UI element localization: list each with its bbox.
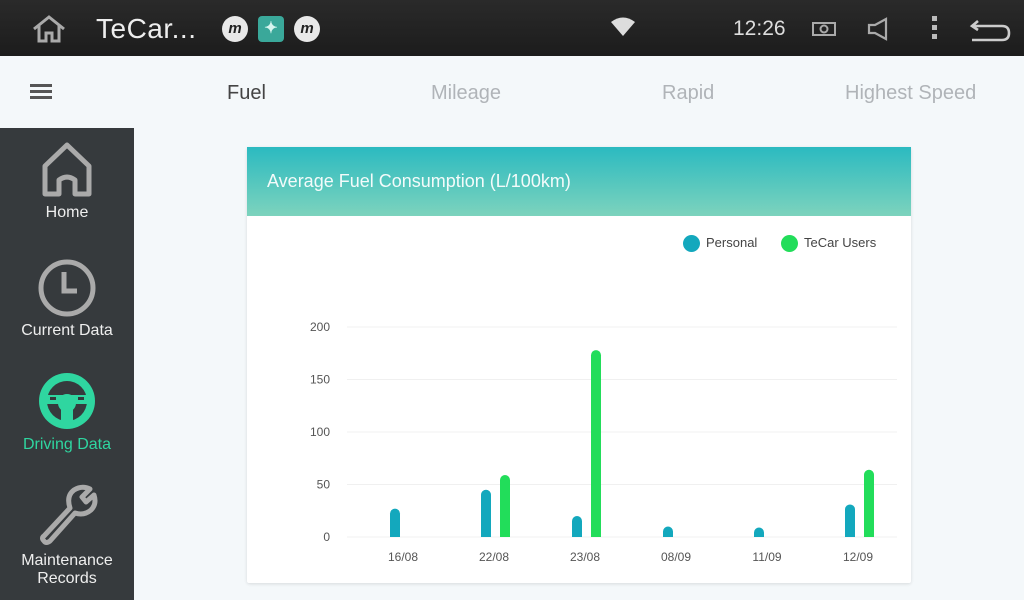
home-icon (42, 142, 92, 197)
sidebar-item-maintenance-records[interactable]: Maintenance Records (0, 482, 134, 588)
x-tick-label: 23/08 (570, 550, 600, 564)
volume-icon[interactable] (866, 17, 892, 41)
bar-personal (663, 526, 673, 537)
x-tick-label: 11/09 (752, 550, 781, 564)
clock-icon (38, 259, 96, 317)
sidebar-item-label: Driving Data (22, 436, 112, 453)
sidebar-item-label: Records (37, 570, 97, 587)
y-tick-label: 0 (323, 530, 330, 544)
sidebar-item-label: Current Data (21, 322, 113, 339)
sidebar-item-label: Maintenance (21, 552, 113, 569)
x-tick-label: 08/09 (661, 550, 691, 564)
home-icon[interactable] (30, 14, 68, 44)
bar-personal (390, 508, 400, 537)
sidebar: Home Current Data Driving Data Maintenan… (0, 128, 134, 600)
wifi-icon (611, 17, 635, 36)
app-title: TeCar... (96, 13, 197, 44)
bar-tecar-users (500, 475, 510, 537)
clock: 12:26 (733, 17, 786, 40)
tab-fuel[interactable]: Fuel (227, 82, 266, 105)
bar-tecar-users (591, 350, 601, 537)
sidebar-item-home[interactable]: Home (0, 140, 134, 222)
more-icon[interactable] (928, 15, 942, 41)
y-tick-label: 50 (317, 478, 331, 492)
bar-personal (481, 489, 491, 537)
teal-app-icon: ✦ (258, 16, 284, 42)
bar-tecar-users (864, 469, 874, 537)
back-icon[interactable] (968, 17, 1012, 43)
sidebar-item-current-data[interactable]: Current Data (0, 258, 134, 340)
steering-wheel-icon (39, 373, 95, 429)
tab-mileage[interactable]: Mileage (431, 82, 501, 105)
status-bar: TeCar... m ✦ m 12:26 (0, 0, 1024, 56)
camera-icon[interactable] (811, 20, 837, 38)
hamburger-menu-icon[interactable] (30, 84, 52, 102)
y-tick-label: 150 (310, 373, 330, 387)
bar-personal (845, 504, 855, 537)
tab-highest-speed[interactable]: Highest Speed (845, 82, 976, 105)
tab-rapid[interactable]: Rapid (662, 82, 714, 105)
bar-personal (754, 527, 764, 537)
x-tick-label: 16/08 (388, 550, 418, 564)
x-tick-label: 12/09 (843, 550, 873, 564)
y-tick-label: 200 (310, 320, 330, 334)
wrench-icon (40, 484, 98, 545)
bar-chart: 0 50 100 150 200 16/08 22/08 23/08 08/09 11/09 12/… (310, 320, 897, 564)
sidebar-item-label: Home (45, 204, 89, 221)
bar-personal (572, 516, 582, 537)
y-tick-label: 100 (310, 425, 330, 439)
m-app-icon: m (294, 16, 320, 42)
m-app-icon: m (222, 16, 248, 42)
sidebar-item-driving-data[interactable]: Driving Data (0, 370, 134, 454)
x-tick-label: 22/08 (479, 550, 509, 564)
fuel-chart-card: Average Fuel Consumption (L/100km) Perso… (247, 147, 911, 583)
